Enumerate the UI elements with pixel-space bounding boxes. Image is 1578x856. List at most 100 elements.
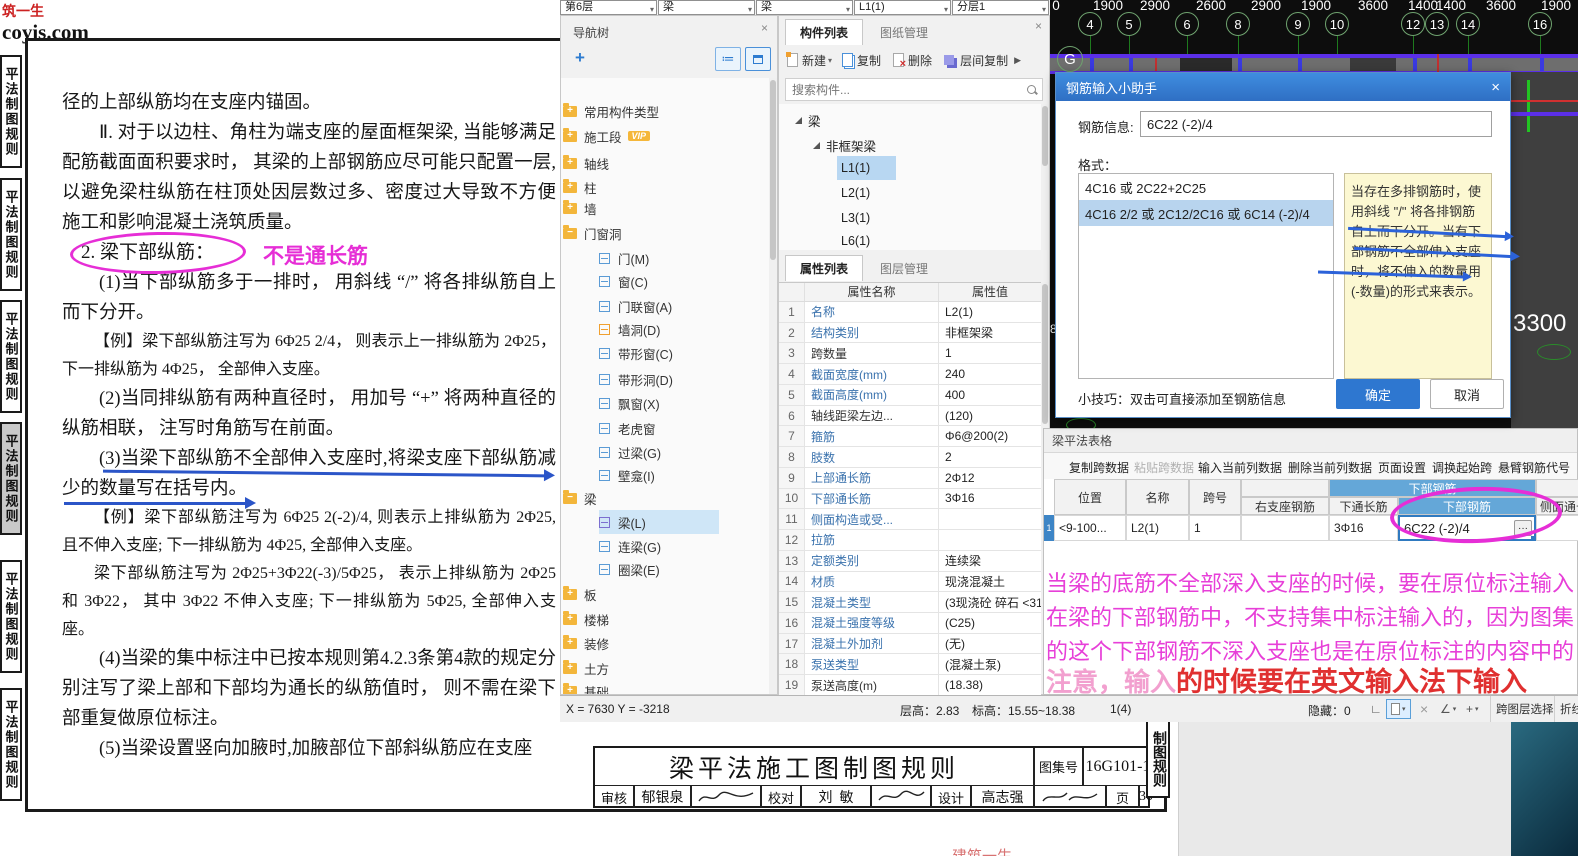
component-subgroup[interactable]: 非框架梁 [813,133,876,157]
cell-bottom-through[interactable]: 3Φ16 [1329,515,1398,541]
cantilever-rebar-button[interactable]: 悬臂钢筋代号 [1498,459,1578,476]
rebar-info-input[interactable] [1140,111,1492,137]
copy-span-button[interactable]: 复制跨数据 [1069,459,1129,476]
nav-tree-item[interactable]: + 施工段 VIP [563,124,767,148]
property-row[interactable]: 11 侧面构造或受... [779,509,1041,531]
dialog-titlebar[interactable]: 钢筋输入小助手 × [1056,73,1510,101]
delete-column-button[interactable]: 删除当前列数据 [1288,459,1372,476]
cancel-button[interactable]: 取消 [1430,379,1504,409]
nav-tree-item-selected[interactable]: 梁(L) [599,510,719,534]
property-row[interactable]: 2 结构类别 非框架梁 [779,322,1041,344]
property-row[interactable]: 13 定额类别 连续梁 [779,550,1041,572]
row-number[interactable]: 1 [1044,515,1054,541]
property-row[interactable]: 16 混凝土强度等级 (C25) [779,613,1041,634]
cross-layer-select-button[interactable]: 跨图层选择 [1490,696,1559,722]
nav-scrollbar[interactable] [769,78,777,694]
element-select[interactable]: L1(1) ▾ [854,0,951,15]
clear-selection-icon[interactable]: × [1416,699,1432,719]
cell-position[interactable]: <9-100... [1054,515,1126,541]
property-row[interactable]: 15混凝土类型(3现浇砼 碎石 <31.5... [779,592,1041,614]
search-input[interactable] [786,82,1026,97]
new-button[interactable]: 新建 ▾ [786,52,832,69]
nav-tree-item[interactable]: 连梁(G) [599,534,777,558]
floor-select[interactable]: 第6层 ▾ [560,0,657,15]
cell-name[interactable]: L2(1) [1126,515,1189,541]
component-item-selected[interactable]: L1(1) [837,156,897,180]
property-row[interactable]: 14 材质 现浇混凝土 [779,571,1041,593]
more-button[interactable]: ··· [1514,520,1532,536]
close-icon[interactable]: × [1035,19,1042,33]
search-icon[interactable] [1026,84,1038,96]
close-icon[interactable]: × [761,21,768,35]
nav-tree-item[interactable]: + 装修 [563,631,767,655]
property-row[interactable]: 12 拉筋 [779,530,1041,551]
property-row[interactable]: 6 轴线距梁左边... (120) [779,405,1041,427]
nav-tree-item[interactable]: 圈梁(E) [599,557,777,581]
cell-side[interactable] [1536,515,1578,541]
panel-view-button[interactable] [745,47,771,71]
nav-tree-item[interactable]: − 门窗洞 [563,221,767,245]
list-view-button[interactable]: ≔ [715,47,741,71]
page-setup-button[interactable]: 页面设置 [1378,459,1426,476]
copy-button[interactable]: 复制 [842,52,881,69]
nav-tree-item[interactable]: − 梁 [563,486,767,510]
nav-tree-item[interactable]: + 轴线 [563,151,767,175]
toolbar-overflow-icon[interactable]: ▶ [1014,55,1021,66]
add-point-tool-icon[interactable]: + ▾ [1462,699,1483,719]
nav-tree-item[interactable]: 门联窗(A) [599,294,777,318]
delete-button[interactable]: 删除 [893,52,932,70]
input-column-button[interactable]: 输入当前列数据 [1198,459,1282,476]
ortho-icon[interactable]: ∟ [1366,699,1386,719]
swap-start-span-button[interactable]: 调换起始跨 [1432,459,1492,476]
nav-tree-item[interactable]: + 墙 [563,196,767,220]
nav-tree-item[interactable]: 窗(C) [599,269,777,293]
tab-component-list[interactable]: 构件列表 [785,19,863,45]
cell-span[interactable]: 1 [1189,515,1241,541]
cell-right-support[interactable] [1241,515,1329,541]
property-row[interactable]: 18 泵送类型 (混凝土泵) [779,654,1041,676]
property-row[interactable]: 10 下部通长筋 3Φ16 [779,488,1041,510]
nav-tree-item[interactable]: 老虎窗 [599,416,777,440]
nav-tree-item[interactable]: + 土方 [563,656,767,680]
component-item[interactable]: L3(1) [841,206,870,230]
tab-layer-manage[interactable]: 图层管理 [865,255,943,281]
interlayer-copy-button[interactable]: 层间复制 [944,52,1008,69]
property-row[interactable]: 3 跨数量 1 [779,343,1041,365]
format-option-selected[interactable]: 4C16 2/2 或 2C12/2C16 或 6C14 (-2)/4 [1079,200,1333,226]
nav-tree-item[interactable]: 飘窗(X) [599,391,777,415]
tab-property-list[interactable]: 属性列表 [785,255,863,281]
property-row[interactable]: 5 截面高度(mm) 400 [779,384,1041,406]
component-group[interactable]: 梁 [795,108,821,132]
type-select[interactable]: 梁 ▾ [756,0,853,15]
nav-tree-item[interactable]: 过梁(G) [599,440,777,464]
paper-tool-button[interactable]: ▾ [1386,699,1411,719]
component-item[interactable]: L2(1) [841,181,870,205]
property-row[interactable]: 1 名称 L2(1) [779,302,1041,323]
add-node-icon[interactable]: + [575,48,585,68]
close-icon[interactable]: × [1491,79,1500,96]
property-row[interactable]: 19 泵送高度(m) (18.38) [779,675,1041,696]
component-item[interactable]: L6(1) [841,229,870,253]
property-row[interactable]: 7 箍筋 Φ6@200(2) [779,426,1041,448]
category-select[interactable]: 梁 ▾ [658,0,755,15]
nav-tree-item[interactable]: + 楼梯 [563,607,767,631]
nav-tree-item[interactable]: + 基础 [563,679,767,694]
property-row[interactable]: 8 肢数 2 [779,447,1041,468]
component-scrollbar[interactable] [1041,104,1049,250]
nav-tree-item[interactable]: + 板 [563,582,767,606]
nav-tree-item[interactable]: 带形洞(D) [599,367,777,391]
polyline-select-button[interactable]: 折线选择 [1554,696,1578,722]
nav-tree-item[interactable]: 壁龛(I) [599,463,777,487]
nav-tree-item[interactable]: 带形窗(C) [599,341,777,365]
angle-tool-icon[interactable]: ∠ ▾ [1436,699,1460,719]
format-option[interactable]: 4C16 或 2C22+2C25 [1079,174,1333,200]
ok-button[interactable]: 确定 [1336,379,1420,409]
property-row[interactable]: 4 截面宽度(mm) 240 [779,364,1041,385]
layer-select[interactable]: 分层1 ▾ [952,0,1049,15]
cell-bottom-rebar-selected[interactable]: 6C22 (-2)/4 ··· [1398,515,1536,541]
nav-tree-item[interactable]: 墙洞(D) [599,317,777,341]
nav-tree-item[interactable]: 门(M) [599,246,777,270]
property-row[interactable]: 9 上部通长筋 2Φ12 [779,467,1041,489]
property-row[interactable]: 17 混凝土外加剂 (无) [779,633,1041,655]
nav-tree-item[interactable]: + 常用构件类型 [563,99,767,123]
